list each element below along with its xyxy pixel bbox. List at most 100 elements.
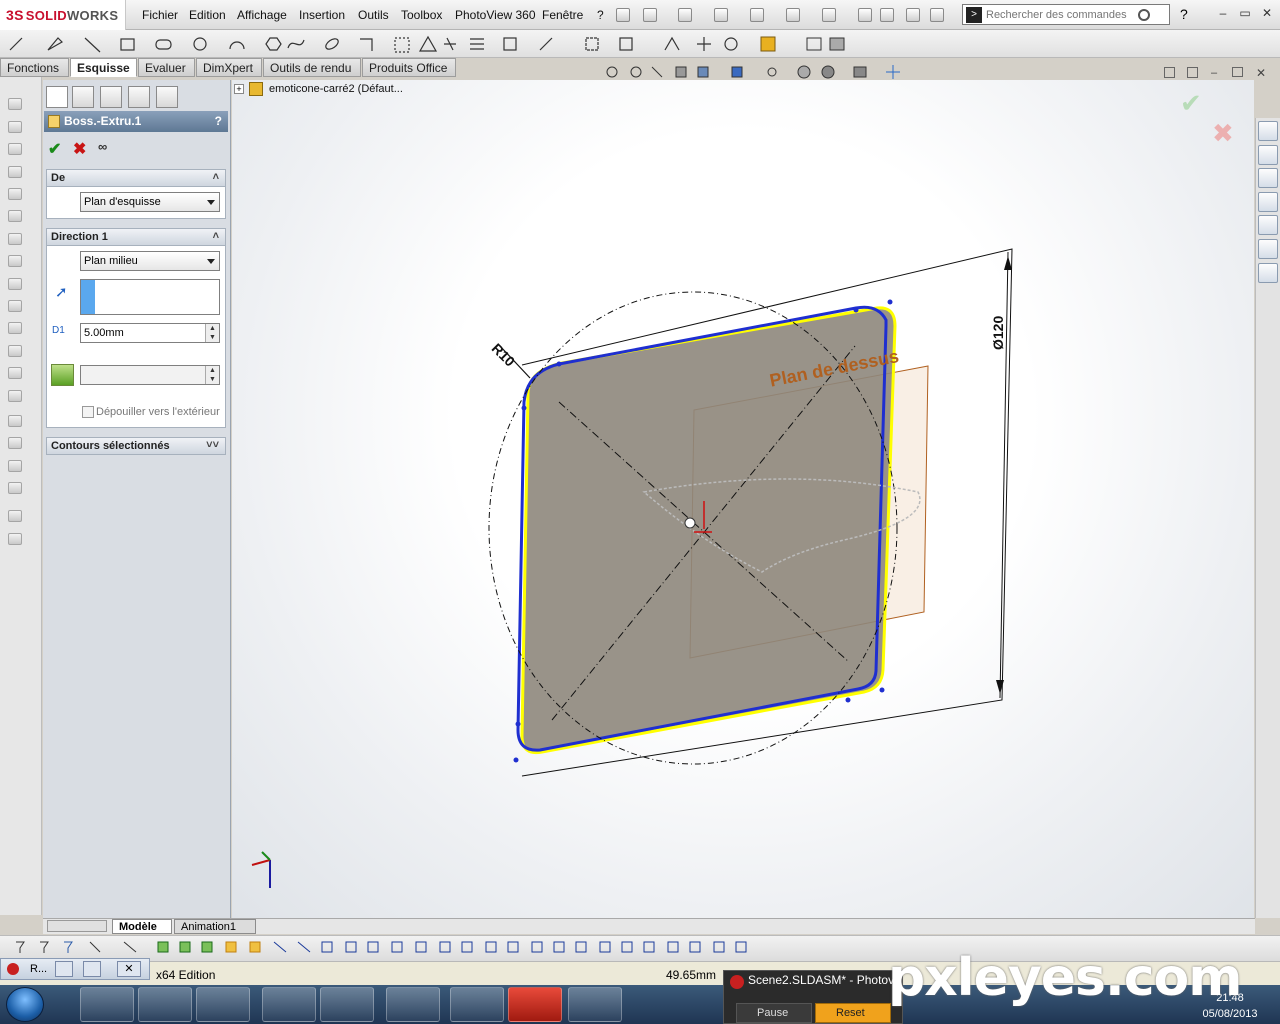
minimize-button[interactable]: –: [1216, 6, 1230, 20]
draft-angle-input[interactable]: ▲ ▼: [80, 365, 220, 385]
ok-button[interactable]: ✔: [48, 139, 61, 159]
wrap-icon[interactable]: [8, 437, 22, 449]
search-commands-box[interactable]: >: [962, 4, 1170, 25]
solidworks-launcher-icon[interactable]: [568, 987, 622, 1022]
menu-photoview[interactable]: PhotoView 360: [455, 8, 536, 22]
resources-icon[interactable]: [1258, 121, 1278, 141]
rebuild-icon[interactable]: [858, 8, 872, 22]
collapse-icon[interactable]: ˄: [213, 171, 219, 183]
section-contours-header[interactable]: Contours sélectionnés ˅˅: [46, 437, 226, 455]
design-library-icon[interactable]: [1258, 168, 1278, 188]
close-button[interactable]: ✕: [1260, 6, 1274, 20]
menu-insertion[interactable]: Insertion: [299, 8, 345, 22]
tab-outils-de-rendu[interactable]: Outils de rendu: [263, 58, 361, 77]
menu-toolbox[interactable]: Toolbox: [401, 8, 442, 22]
doc-minimize-button[interactable]: –: [1211, 67, 1217, 79]
hole-wizard-icon[interactable]: [8, 233, 22, 245]
home-icon[interactable]: [1258, 145, 1278, 165]
start-button[interactable]: [6, 987, 44, 1022]
extrude-boss-icon[interactable]: [8, 98, 22, 110]
sketch-tools-icons[interactable]: [0, 30, 860, 58]
calculator-icon[interactable]: [262, 987, 316, 1022]
media-player-icon[interactable]: [196, 987, 250, 1022]
mini-close-button[interactable]: ✕: [117, 961, 141, 977]
file-explorer-icon[interactable]: [1258, 192, 1278, 212]
dimxpert-manager-tab[interactable]: [128, 86, 150, 108]
split-icon[interactable]: [1187, 67, 1198, 78]
solidworks-taskbar-icon[interactable]: [508, 987, 562, 1022]
file-properties-icon[interactable]: [880, 8, 894, 22]
gimp-icon[interactable]: [450, 987, 504, 1022]
restore-button[interactable]: ▭: [1238, 6, 1252, 20]
tab-scroll-buttons[interactable]: [47, 920, 107, 932]
pin-icon[interactable]: [616, 8, 630, 22]
collapse-icon[interactable]: ˄: [213, 230, 219, 242]
doc-restore-button[interactable]: [1232, 67, 1243, 77]
tab-dimxpert[interactable]: DimXpert: [196, 58, 262, 77]
doc-close-button[interactable]: ✕: [1256, 66, 1266, 80]
dome-icon[interactable]: [8, 460, 22, 472]
save-icon[interactable]: [714, 8, 728, 22]
mirror-feature-icon[interactable]: [8, 482, 22, 494]
feature-manager-tab[interactable]: [46, 86, 68, 108]
section-direction1-header[interactable]: Direction 1 ˄: [46, 228, 226, 246]
print-icon[interactable]: [750, 8, 764, 22]
pause-button[interactable]: Pause: [736, 1003, 812, 1023]
draft-outward-checkbox[interactable]: [82, 406, 94, 418]
draft-icon[interactable]: [8, 415, 22, 427]
revolve-icon[interactable]: [8, 121, 22, 133]
revolve-cut-icon[interactable]: [8, 255, 22, 267]
menu-edition[interactable]: Edition: [189, 8, 226, 22]
display-manager-tab[interactable]: [156, 86, 178, 108]
draft-angle-stepper[interactable]: ▲ ▼: [205, 366, 219, 384]
extrude-cut-icon[interactable]: [8, 210, 22, 222]
direction-arrow-icon[interactable]: ➚: [55, 283, 68, 301]
select-icon[interactable]: [822, 8, 836, 22]
tab-produits-office[interactable]: Produits Office: [362, 58, 456, 77]
tab-modele[interactable]: Modèle: [112, 919, 172, 934]
section-de-header[interactable]: De ˄: [46, 169, 226, 187]
view-palette-icon[interactable]: [1258, 215, 1278, 235]
help-icon[interactable]: ?: [1180, 6, 1188, 22]
reference-geometry-icon[interactable]: [8, 510, 22, 522]
property-manager-tab[interactable]: [72, 86, 94, 108]
tab-esquisse[interactable]: Esquisse: [70, 58, 137, 77]
mini-restore-button[interactable]: [55, 961, 73, 977]
cancel-button[interactable]: ✖: [73, 139, 86, 159]
reset-button[interactable]: Reset: [815, 1003, 891, 1023]
new-document-icon[interactable]: [643, 8, 657, 22]
menu-fenetre[interactable]: Fenêtre: [542, 8, 583, 22]
search-input[interactable]: [986, 8, 1136, 21]
chamfer-icon[interactable]: [8, 345, 22, 357]
mini-maximize-button[interactable]: [83, 961, 101, 977]
model-drawing[interactable]: [232, 80, 1254, 918]
lofted-cut-icon[interactable]: [8, 300, 22, 312]
options-icon[interactable]: [906, 8, 920, 22]
custom-properties-icon[interactable]: [1258, 263, 1278, 283]
shell-icon[interactable]: [8, 390, 22, 402]
options-dropdown-icon[interactable]: [930, 8, 944, 22]
fillet-feature-icon[interactable]: [8, 322, 22, 334]
undo-icon[interactable]: [786, 8, 800, 22]
search-icon[interactable]: [1138, 8, 1150, 21]
tab-fonctions[interactable]: Fonctions: [0, 58, 69, 77]
open-icon[interactable]: [678, 8, 692, 22]
diameter-dimension[interactable]: Ø120: [990, 316, 1006, 350]
tile-icon[interactable]: [1164, 67, 1175, 78]
file-explorer-taskbar-icon[interactable]: [138, 987, 192, 1022]
sweep-icon[interactable]: [8, 143, 22, 155]
loft-icon[interactable]: [8, 166, 22, 178]
preview-icon[interactable]: ∞: [98, 139, 107, 154]
tab-evaluer[interactable]: Evaluer: [138, 58, 195, 77]
menu-affichage[interactable]: Affichage: [237, 8, 287, 22]
expand-icon[interactable]: ˅˅: [206, 439, 219, 451]
menu-fichier[interactable]: Fichier: [142, 8, 178, 22]
depth-input[interactable]: 5.00mm ▲ ▼: [80, 323, 220, 343]
menu-outils[interactable]: Outils: [358, 8, 389, 22]
internet-explorer-icon[interactable]: [80, 987, 134, 1022]
configuration-manager-tab[interactable]: [100, 86, 122, 108]
solidworks-logo[interactable]: 3S SOLID WORKS: [0, 0, 126, 30]
tab-animation1[interactable]: Animation1: [174, 919, 256, 934]
swept-cut-icon[interactable]: [8, 278, 22, 290]
direction-selection-box[interactable]: [80, 279, 220, 315]
